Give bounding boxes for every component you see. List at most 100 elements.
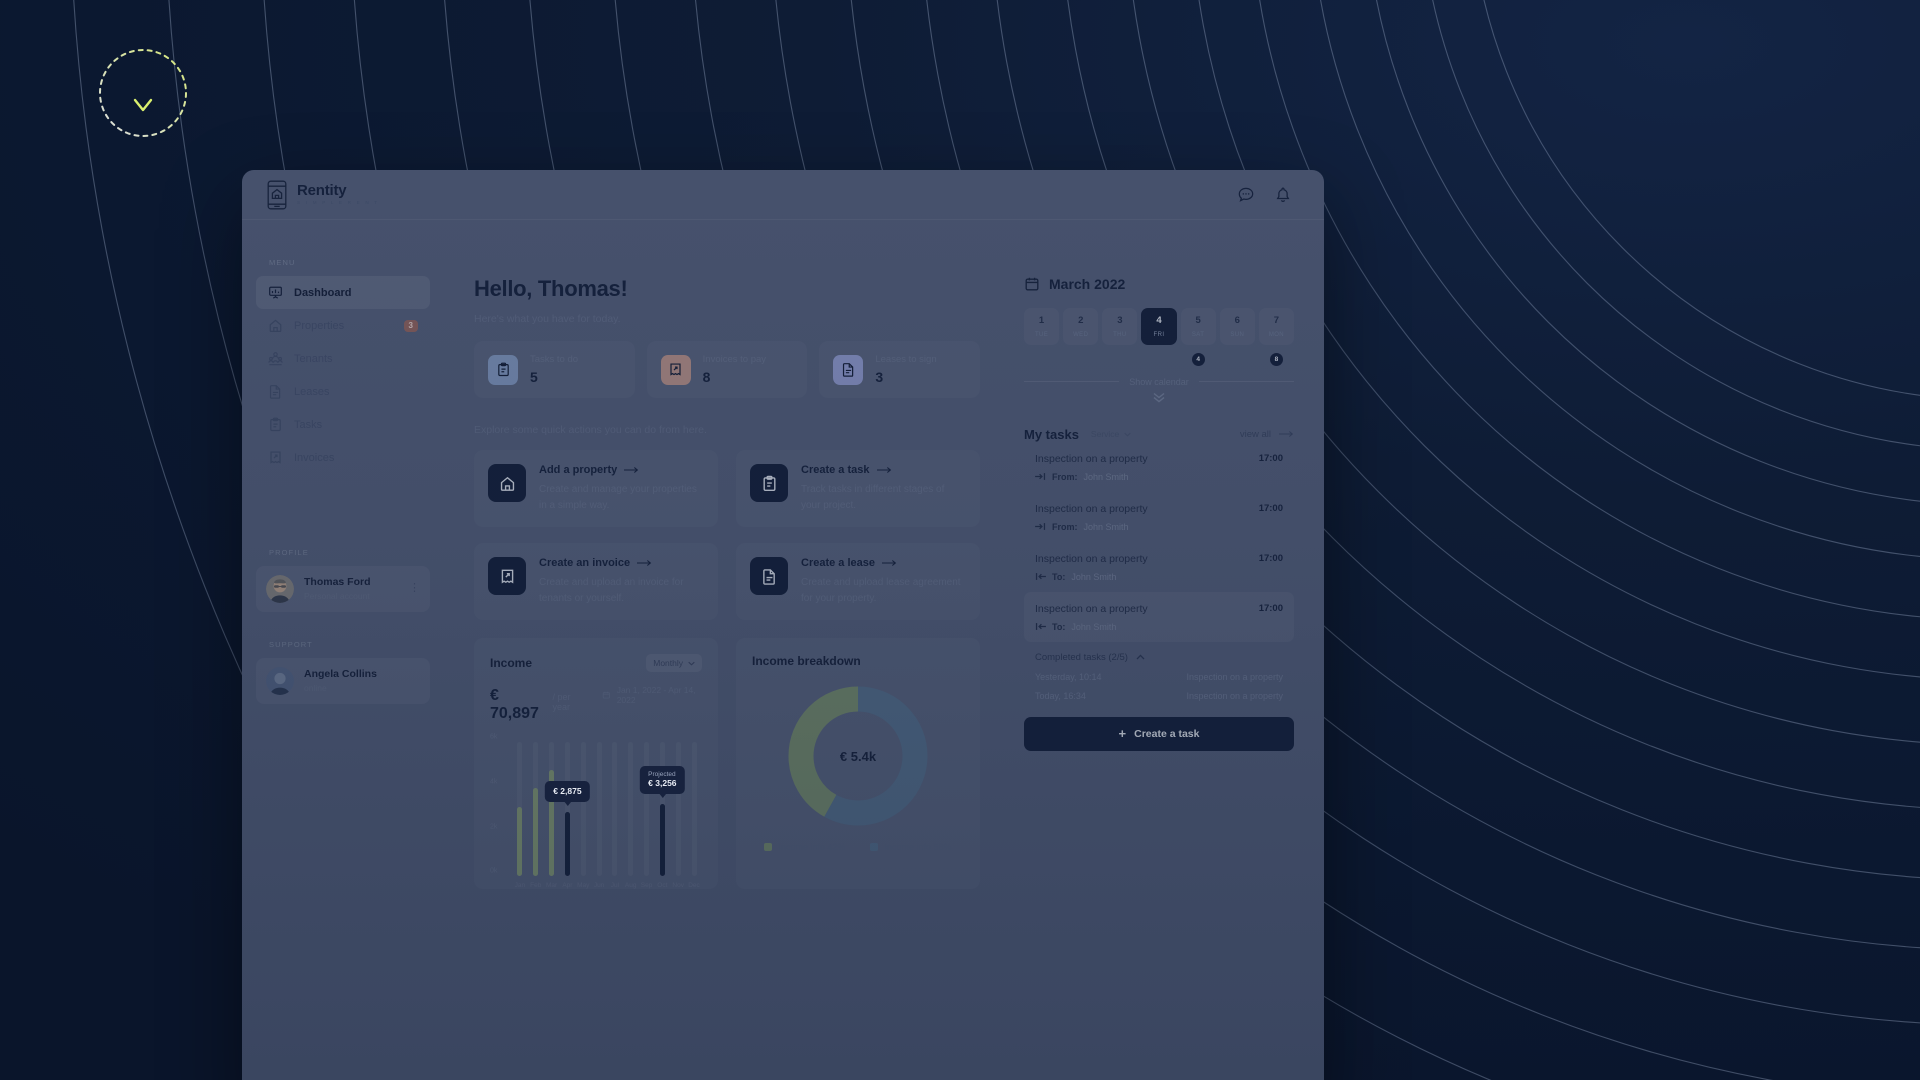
show-calendar-label: Show calendar [1129,376,1189,387]
calendar-day[interactable]: 5 SAT [1180,308,1216,345]
donut-center-value: € 5.4k [839,748,877,764]
bar-fill [533,788,539,877]
calendar-day-number: 3 [1117,315,1123,326]
income-period-select[interactable]: Monthly [646,654,702,673]
brand-logo[interactable]: Rentity s i m p l e r e n t [266,180,379,210]
scroll-hint-circle[interactable] [98,48,188,138]
clipboard-icon [488,354,518,385]
calendar-day[interactable]: 7 MON [1258,308,1294,345]
completed-task-row[interactable]: Yesterday, 10:14 Inspection on a propert… [1035,672,1283,682]
arrow-right-icon [637,560,652,567]
sidebar-item-leases[interactable]: Leases [256,375,430,408]
action-card-add-property[interactable]: Add a property Create and manage your pr… [474,450,718,527]
income-amount: € 70,897 [490,687,539,723]
task-row-main: Inspection on a property 17:00 [1035,503,1283,515]
bar-column[interactable]: May [575,737,591,889]
avatar [266,667,294,695]
task-row[interactable]: Inspection on a property 17:00 To: John Smi… [1024,542,1294,592]
calendar-day[interactable]: 6 SUN [1219,308,1255,345]
divider [1198,381,1295,382]
bar-column[interactable]: Jul [607,737,623,889]
tasks-filter-select[interactable]: Service [1091,429,1131,439]
bar-column[interactable]: Projected € 3,256 Oct [640,737,685,890]
chat-bubble-icon[interactable] [1237,186,1255,204]
expand-calendar-button[interactable] [1024,392,1294,403]
bar-column[interactable]: Nov [670,737,686,889]
bar-column[interactable]: € 2,875 Apr [545,737,590,889]
calendar-day-number: 1 [1038,315,1045,326]
profile-name: Thomas Ford [304,576,371,589]
sidebar-item-invoices[interactable]: Invoices [256,441,430,474]
calendar-badge-slot: 4 [1181,352,1216,367]
sidebar-item-tenants[interactable]: Tenants [256,342,430,375]
task-row-meta: To: John Smith [1035,572,1283,582]
bar-column[interactable]: Aug [623,737,639,889]
bar-column[interactable]: Mar [544,737,560,889]
task-direction-label: To: [1052,621,1066,632]
action-description: Create and manage your properties in a s… [539,484,697,511]
calendar-weekday: SUN [1230,331,1245,338]
sidebar-item-tasks[interactable]: Tasks [256,408,430,441]
calendar-day-number: 4 [1156,315,1162,326]
income-card-header: Income Monthly [490,654,702,673]
notification-bell-icon[interactable] [1274,186,1292,204]
profile-card[interactable]: Thomas Ford Personal account ⋮ [256,566,430,612]
sidebar-item-dashboard[interactable]: Dashboard [256,276,430,309]
calendar-day[interactable]: 1 TUE [1024,308,1060,345]
document-icon [750,557,788,596]
income-chart-bars: Jan Feb Mar € 2,875 Apr May Jun Jul Aug Sep Projec… [512,737,702,889]
tooltip-value: € 2,875 [553,786,582,797]
plus-icon: + [1118,726,1127,741]
calendar-day[interactable]: 3 THU [1102,308,1138,345]
document-icon [269,385,281,399]
create-task-label: Create a task [1134,727,1200,740]
calendar-weekday: TUE [1034,331,1049,338]
action-card-create-task[interactable]: Create a task Track tasks in different s… [736,450,980,527]
calendar-day-number: 6 [1234,315,1240,326]
arrow-right-icon [876,467,891,474]
completed-task-time: Yesterday, 10:14 [1035,671,1102,682]
stat-card-tasks[interactable]: Tasks to do 5 [474,341,635,398]
action-card-create-invoice[interactable]: Create an invoice Create and upload an i… [474,543,718,620]
task-row[interactable]: Inspection on a property 17:00 To: John Smi… [1024,591,1294,642]
calendar-day[interactable]: 4 FRI [1141,308,1177,345]
bar-track [670,742,686,877]
calendar-day[interactable]: 2 WED [1063,308,1099,345]
stat-card-invoices[interactable]: Invoices to pay 8 [647,341,808,398]
bar-column[interactable]: Dec [686,737,702,889]
stat-card-leases[interactable]: Leases to sign 3 [819,341,980,398]
completed-task-row[interactable]: Today, 16:34 Inspection on a property [1035,691,1283,701]
donut-legend: Income info 42% Income info 58% [752,842,964,856]
bar-column[interactable]: Feb [528,737,544,889]
calendar-weekday: SAT [1191,331,1205,338]
support-card[interactable]: Angela Collins online [256,658,430,704]
bar-fill [659,803,665,877]
calendar-day-badge: 8 [1269,352,1283,366]
sidebar-item-properties[interactable]: Properties 3 [256,309,430,342]
show-calendar-row[interactable]: Show calendar [1024,376,1295,387]
task-time: 17:00 [1258,603,1283,614]
task-person: John Smith [1083,471,1129,482]
bar-column[interactable]: Jan [512,737,528,889]
invoice-icon [660,354,691,385]
bar-label: May [577,882,590,890]
bar-track [544,742,560,877]
create-task-button[interactable]: + Create a task [1024,716,1294,751]
dashboard-icon [269,286,282,299]
bar-label: Mar [545,882,558,890]
view-all-tasks-link[interactable]: view all [1240,429,1294,440]
bar-label: Oct [657,882,668,890]
income-date-range[interactable]: Jan 1, 2022 - Apr 14, 2022 [602,685,702,705]
income-period-unit: / per year [552,692,571,713]
task-row[interactable]: Inspection on a property 17:00 From: John S… [1024,492,1294,542]
completed-tasks-toggle[interactable]: Completed tasks (2/5) [1035,652,1283,663]
stat-value: 5 [530,369,538,386]
calendar-icon [1025,277,1039,291]
bar-column[interactable]: Sep [639,737,655,889]
bar-column[interactable]: Jun [591,737,607,889]
clipboard-icon [270,417,281,432]
task-row[interactable]: Inspection on a property 17:00 From: John S… [1024,442,1294,492]
action-card-create-lease[interactable]: Create a lease Create and upload lease a… [736,543,980,620]
calendar-day-number: 2 [1078,315,1084,326]
kebab-menu-icon[interactable]: ⋮ [409,583,420,594]
